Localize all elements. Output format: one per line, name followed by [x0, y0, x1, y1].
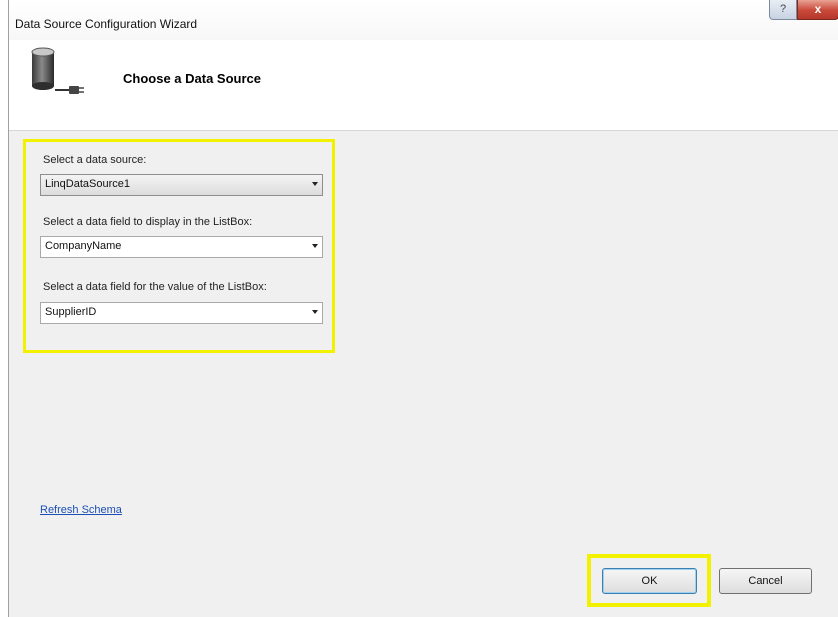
window-title: Data Source Configuration Wizard [15, 17, 198, 31]
data-source-select[interactable]: LinqDataSource1 [40, 174, 323, 196]
data-source-value: LinqDataSource1 [45, 178, 131, 190]
ok-button[interactable]: OK [602, 568, 697, 594]
data-source-label: Select a data source: [43, 154, 147, 166]
wizard-header: Choose a Data Source [9, 40, 838, 131]
help-button[interactable]: ? [769, 0, 797, 20]
database-connect-icon [31, 47, 84, 94]
display-field-select[interactable]: CompanyName [40, 236, 323, 258]
close-button[interactable]: x [797, 0, 838, 20]
display-field-label: Select a data field to display in the Li… [43, 216, 253, 228]
chevron-down-icon [312, 244, 318, 248]
value-field-select[interactable]: SupplierID [40, 302, 323, 324]
data-source-field-group: Select a data source: LinqDataSource1 Se… [23, 139, 335, 353]
value-field-value: SupplierID [45, 306, 97, 318]
chevron-down-icon [312, 182, 318, 186]
value-field-label: Select a data field for the value of the… [43, 281, 267, 293]
wizard-window: Data Source Configuration Wizard ? x Cho… [8, 0, 838, 617]
cancel-button[interactable]: Cancel [719, 568, 812, 594]
page-title: Choose a Data Source [123, 71, 261, 86]
title-bar: Data Source Configuration Wizard ? x [9, 0, 838, 40]
chevron-down-icon [312, 310, 318, 314]
display-field-value: CompanyName [45, 240, 122, 252]
refresh-schema-link[interactable]: Refresh Schema [40, 504, 122, 516]
